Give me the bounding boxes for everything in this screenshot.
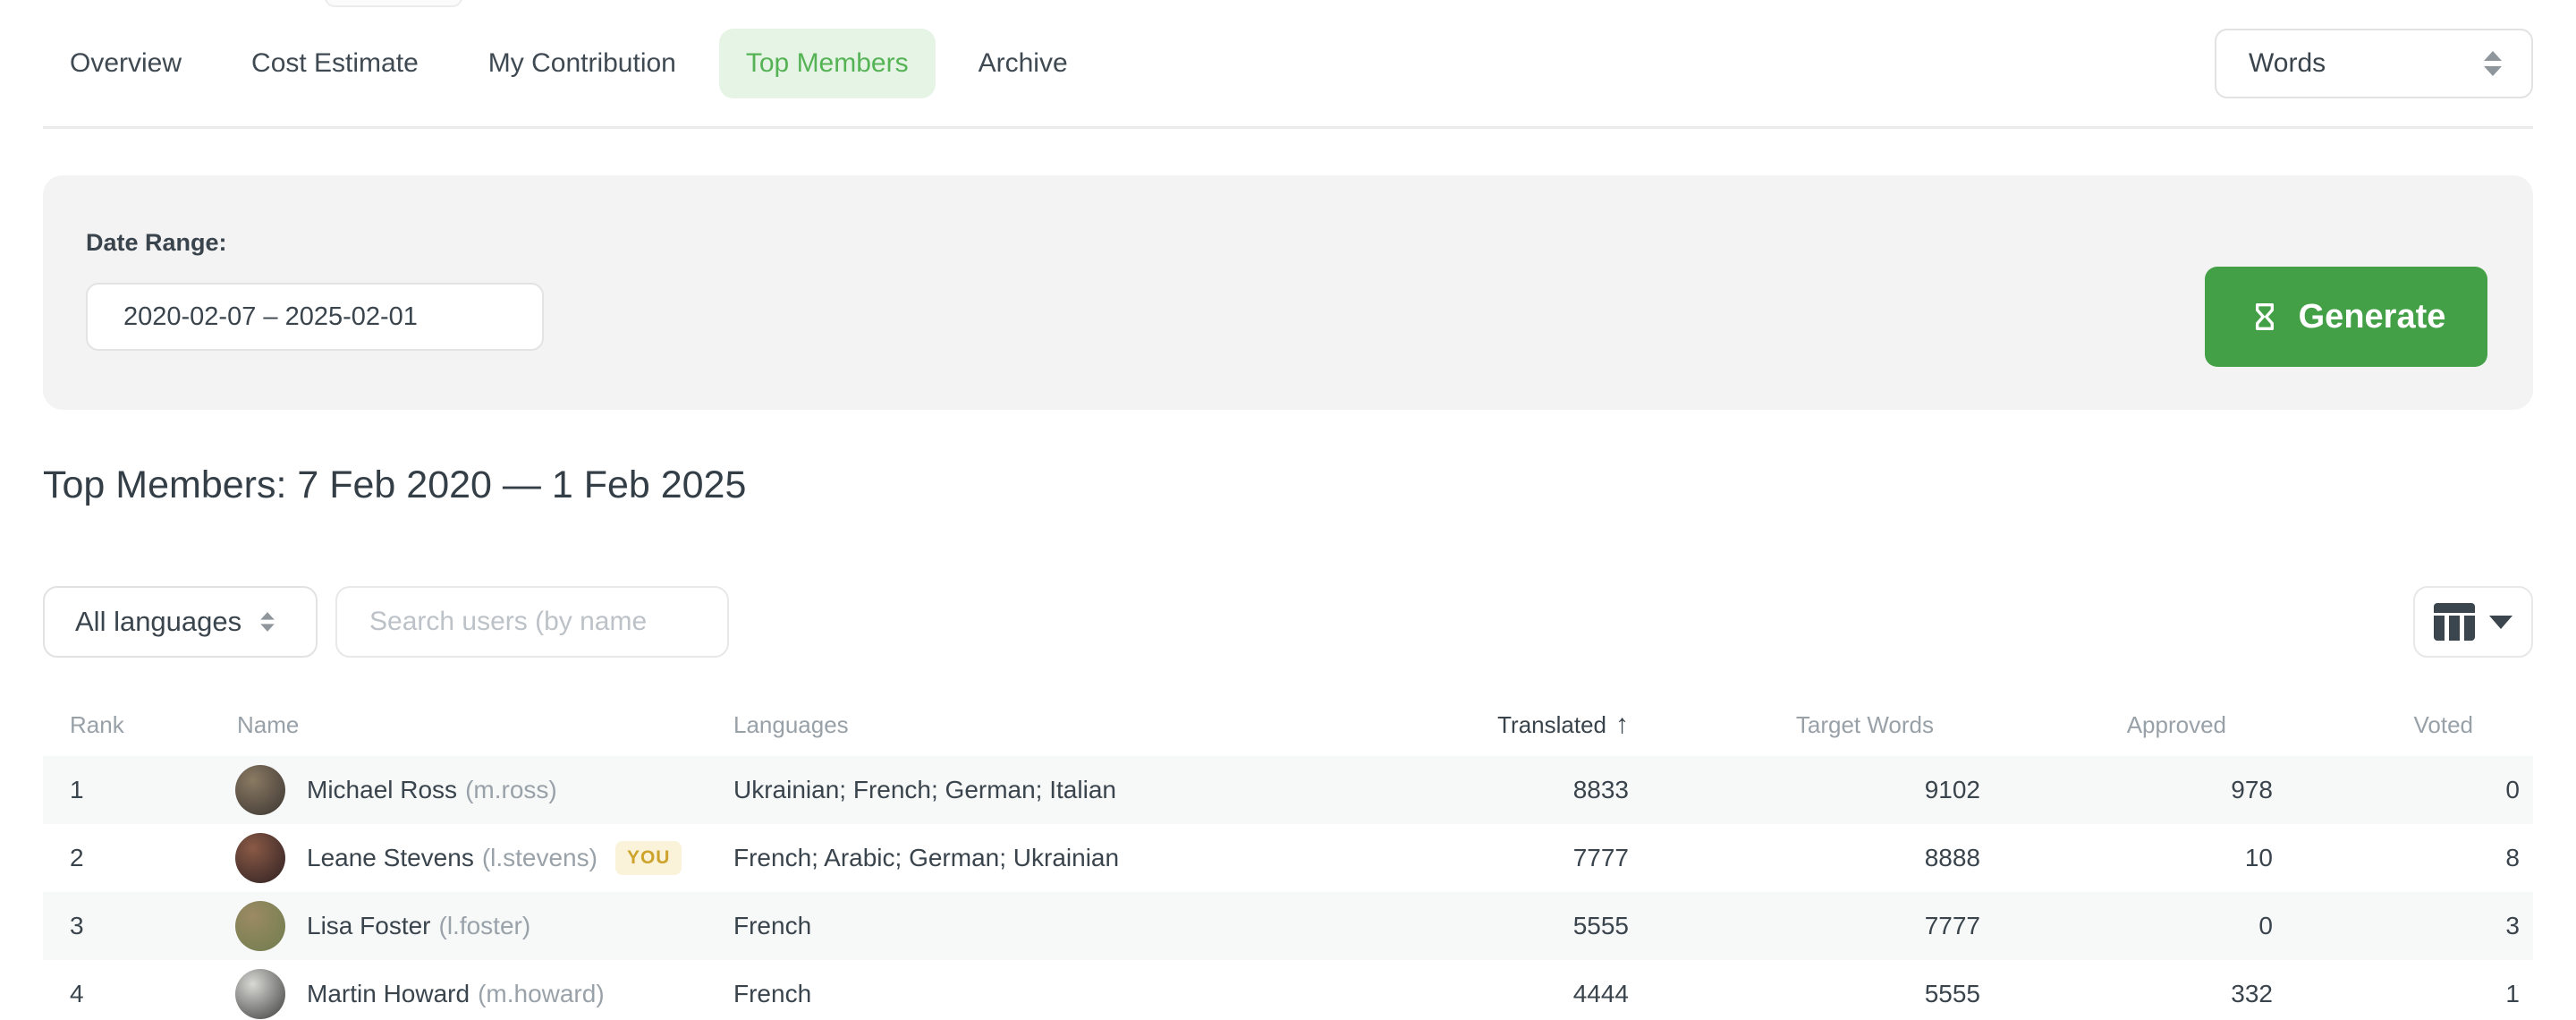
avatar xyxy=(235,969,285,1019)
unit-select[interactable]: Words xyxy=(2215,29,2533,98)
member-rank: 1 xyxy=(43,756,235,824)
member-target-words: 7777 xyxy=(1642,892,1994,960)
member-languages: French xyxy=(733,960,1288,1020)
member-name[interactable]: Lisa Foster xyxy=(307,912,431,940)
top-members-table: Rank Name Languages Translated ↑ Target W… xyxy=(43,693,2533,1020)
column-header-voted[interactable]: Voted xyxy=(2286,693,2533,756)
member-translated: 7777 xyxy=(1288,824,1642,892)
date-range-value: 2020-02-07 – 2025-02-01 xyxy=(123,302,418,332)
hourglass-icon xyxy=(2247,299,2283,335)
member-rank: 4 xyxy=(43,960,235,1020)
column-header-rank[interactable]: Rank xyxy=(43,693,235,756)
table-row[interactable]: 2 Leane Stevens (l.stevens) YOU French; … xyxy=(43,824,2533,892)
search-input[interactable] xyxy=(335,586,729,658)
updown-icon xyxy=(2481,49,2504,78)
member-rank: 2 xyxy=(43,824,235,892)
member-approved: 332 xyxy=(1994,960,2286,1020)
tab-archive[interactable]: Archive xyxy=(952,29,1095,98)
member-name[interactable]: Leane Stevens xyxy=(307,844,474,872)
member-translated: 8833 xyxy=(1288,756,1642,824)
column-header-translated-label: Translated xyxy=(1497,711,1606,738)
unit-select-value: Words xyxy=(2249,48,2326,79)
member-voted: 1 xyxy=(2286,960,2533,1020)
member-name[interactable]: Michael Ross xyxy=(307,776,457,804)
member-approved: 978 xyxy=(1994,756,2286,824)
column-header-name[interactable]: Name xyxy=(235,693,733,756)
member-approved: 10 xyxy=(1994,824,2286,892)
member-voted: 3 xyxy=(2286,892,2533,960)
member-username: (m.howard) xyxy=(478,980,605,1008)
columns-settings-button[interactable] xyxy=(2413,586,2533,658)
generate-label: Generate xyxy=(2299,298,2446,336)
language-filter-select[interactable]: All languages xyxy=(43,586,318,658)
member-voted: 8 xyxy=(2286,824,2533,892)
member-username: (l.stevens) xyxy=(482,844,597,872)
report-tabs: Overview Cost Estimate My Contribution T… xyxy=(43,29,1111,98)
updown-icon xyxy=(258,611,276,633)
member-languages: French; Arabic; German; Ukrainian xyxy=(733,824,1288,892)
sort-ascending-icon: ↑ xyxy=(1615,710,1629,739)
member-target-words: 8888 xyxy=(1642,824,1994,892)
table-header-row: Rank Name Languages Translated ↑ Target W… xyxy=(43,693,2533,756)
member-name[interactable]: Martin Howard xyxy=(307,980,470,1008)
tabs-separator xyxy=(43,126,2533,129)
chevron-down-icon xyxy=(2489,616,2512,629)
table-row[interactable]: 4 Martin Howard (m.howard) YOU French 44… xyxy=(43,960,2533,1020)
avatar xyxy=(235,765,285,815)
column-header-target-words[interactable]: Target Words xyxy=(1642,693,1994,756)
member-username: (m.ross) xyxy=(465,776,557,804)
column-header-translated[interactable]: Translated ↑ xyxy=(1288,693,1642,756)
avatar xyxy=(235,901,285,951)
tab-top-members[interactable]: Top Members xyxy=(719,29,936,98)
page-title: Top Members: 7 Feb 2020 — 1 Feb 2025 xyxy=(43,463,746,507)
tab-overview[interactable]: Overview xyxy=(43,29,208,98)
member-languages: French xyxy=(733,892,1288,960)
member-voted: 0 xyxy=(2286,756,2533,824)
date-range-input[interactable]: 2020-02-07 – 2025-02-01 xyxy=(86,283,544,351)
member-target-words: 5555 xyxy=(1642,960,1994,1020)
member-rank: 3 xyxy=(43,892,235,960)
you-badge: YOU xyxy=(615,841,682,875)
member-translated: 5555 xyxy=(1288,892,1642,960)
avatar xyxy=(235,833,285,883)
member-username: (l.foster) xyxy=(439,912,531,940)
column-header-approved[interactable]: Approved xyxy=(1994,693,2286,756)
top-members-page: Overview Cost Estimate My Contribution T… xyxy=(0,0,2576,1020)
date-range-label: Date Range: xyxy=(86,229,227,257)
table-row[interactable]: 1 Michael Ross (m.ross) YOU Ukrainian; F… xyxy=(43,756,2533,824)
cut-off-element-above xyxy=(325,0,462,7)
tab-my-contribution[interactable]: My Contribution xyxy=(462,29,703,98)
report-settings-panel: Date Range: 2020-02-07 – 2025-02-01 Gene… xyxy=(43,175,2533,410)
table-row[interactable]: 3 Lisa Foster (l.foster) YOU French 5555… xyxy=(43,892,2533,960)
tab-cost-estimate[interactable]: Cost Estimate xyxy=(225,29,445,98)
member-target-words: 9102 xyxy=(1642,756,1994,824)
column-header-languages[interactable]: Languages xyxy=(733,693,1288,756)
member-translated: 4444 xyxy=(1288,960,1642,1020)
generate-button[interactable]: Generate xyxy=(2205,267,2487,367)
columns-icon xyxy=(2434,603,2475,641)
member-languages: Ukrainian; French; German; Italian xyxy=(733,756,1288,824)
member-approved: 0 xyxy=(1994,892,2286,960)
language-filter-value: All languages xyxy=(75,606,242,638)
